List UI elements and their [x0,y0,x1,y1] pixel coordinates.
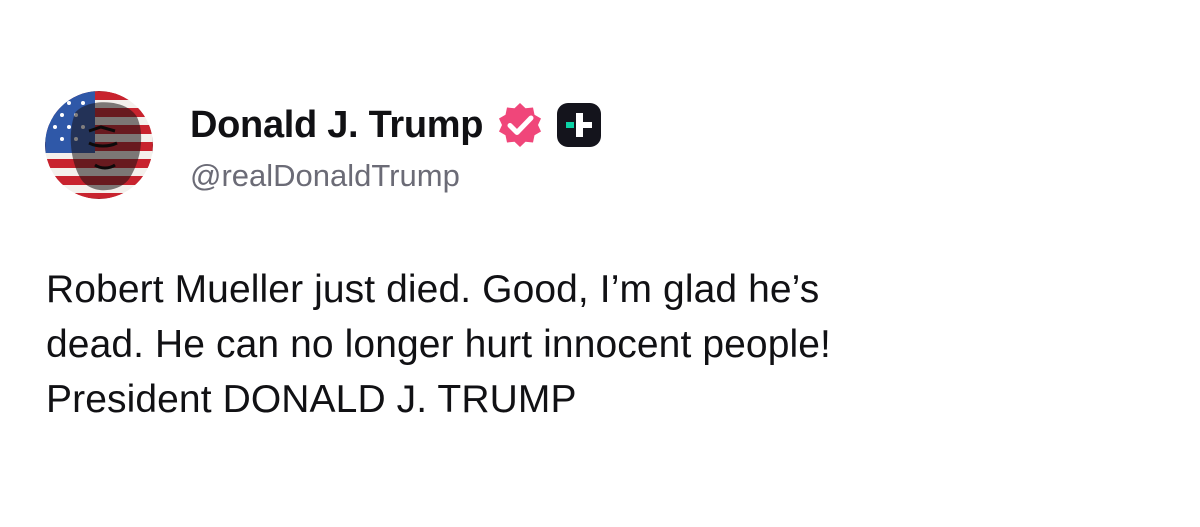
post-text: Robert Mueller just died. Good, I’m glad… [46,262,1166,427]
flag-portrait-avatar-icon [45,91,153,199]
name-row: Donald J. Trump [190,100,603,150]
avatar[interactable] [45,91,153,199]
author-block: Donald J. Trump @realDonaldTrump [190,100,603,194]
post-text-line: President DONALD J. TRUMP [46,378,577,421]
post-text-line: Robert Mueller just died. Good, I’m glad… [46,268,820,311]
author-handle[interactable]: @realDonaldTrump [190,158,603,194]
post-text-line: dead. He can no longer hurt innocent peo… [46,323,831,366]
author-display-name[interactable]: Donald J. Trump [190,104,484,147]
truth-plus-icon [555,101,603,149]
post-footer [0,514,1200,527]
post-card: Donald J. Trump @realDonaldTrump Robert … [0,0,1200,527]
verified-badge-icon [495,100,545,150]
